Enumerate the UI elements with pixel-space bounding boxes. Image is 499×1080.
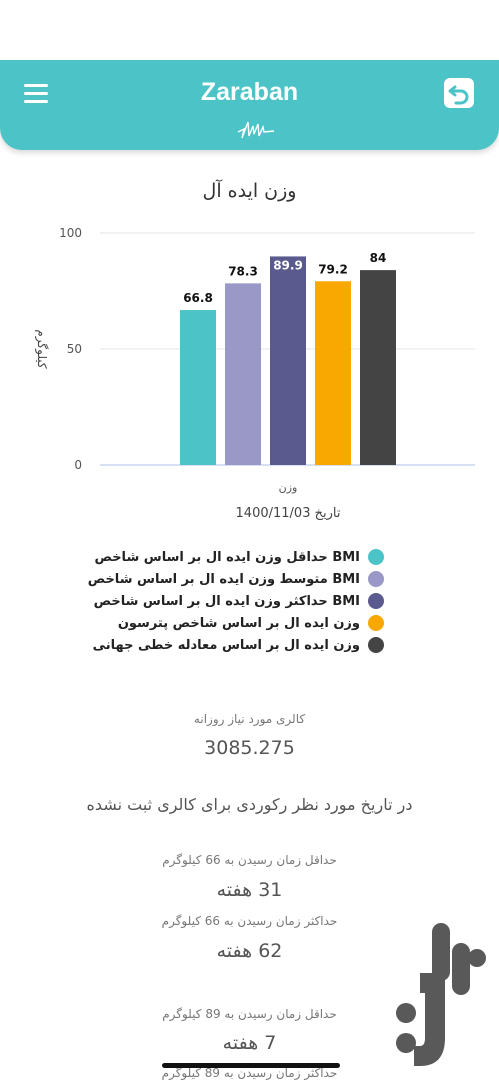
legend-label: وزن ایده ال بر اساس معادله خطی جهانی bbox=[92, 637, 360, 653]
legend-label: BMI حداکثر وزن ایده ال بر اساس شاخص bbox=[93, 593, 360, 609]
legend-color-dot bbox=[368, 593, 384, 609]
timeline-value-1: 31 هفته bbox=[216, 879, 283, 901]
legend-item: BMI متوسط وزن ایده ال بر اساس شاخص bbox=[88, 568, 384, 590]
y-tick-label: 0 bbox=[74, 458, 82, 472]
back-button[interactable] bbox=[444, 78, 474, 108]
back-arrow-icon bbox=[448, 85, 469, 105]
daily-calorie-value: 3085.275 bbox=[204, 737, 295, 759]
y-axis-label: کیلوگرم bbox=[34, 329, 49, 369]
timeline-label-1: حداقل زمان رسیدن به 66 کیلوگرم bbox=[162, 853, 337, 867]
bazaar-watermark-icon bbox=[396, 923, 486, 1066]
y-tick-label: 50 bbox=[67, 342, 82, 356]
bar bbox=[180, 310, 216, 465]
calorie-notice: در تاریخ مورد نظر رکوردی برای کالری ثبت … bbox=[86, 795, 413, 814]
legend-color-dot bbox=[368, 571, 384, 587]
timeline-label-4: حداکثر زمان رسیدن به 89 کیلوگرم bbox=[161, 1066, 338, 1080]
legend-item: وزن ایده ال بر اساس شاخص پترسون bbox=[88, 612, 384, 634]
data-label: 84 bbox=[370, 251, 387, 265]
bar bbox=[270, 256, 306, 465]
x-axis-label: وزن bbox=[279, 481, 298, 494]
app-header: Zaraban bbox=[0, 60, 499, 150]
data-label: 78.3 bbox=[228, 264, 258, 278]
legend-item: BMI حداکثر وزن ایده ال بر اساس شاخص bbox=[88, 590, 384, 612]
data-label: 66.8 bbox=[183, 291, 213, 305]
legend-label: BMI حداقل وزن ایده ال بر اساس شاخص bbox=[94, 549, 360, 565]
legend-label: BMI متوسط وزن ایده ال بر اساس شاخص bbox=[87, 571, 360, 587]
app-title: Zaraban bbox=[200, 78, 299, 106]
home-indicator bbox=[162, 1063, 340, 1068]
legend-color-dot bbox=[368, 549, 384, 565]
date-label: تاریخ 1400/11/03 bbox=[236, 506, 341, 521]
bar bbox=[360, 270, 396, 465]
chart-legend: BMI حداقل وزن ایده ال بر اساس شاخص BMI مت… bbox=[88, 546, 384, 656]
legend-color-dot bbox=[368, 637, 384, 653]
y-tick-label: 100 bbox=[59, 226, 82, 240]
signature-logo-icon bbox=[237, 121, 275, 139]
legend-item: BMI حداقل وزن ایده ال بر اساس شاخص bbox=[88, 546, 384, 568]
bar bbox=[315, 281, 351, 465]
bar-chart: 0 50 100 کیلوگرم 66.8 78.3 89.9 79.2 84 وزن تاریخ … bbox=[34, 226, 475, 521]
legend-item: وزن ایده ال بر اساس معادله خطی جهانی bbox=[88, 634, 384, 656]
legend-label: وزن ایده ال بر اساس شاخص پترسون bbox=[117, 615, 360, 631]
daily-calorie-label: کالری مورد نیاز روزانه bbox=[193, 712, 306, 726]
chart-title: وزن ایده آل bbox=[202, 180, 297, 202]
data-label: 89.9 bbox=[273, 258, 303, 272]
bar bbox=[225, 283, 261, 465]
legend-color-dot bbox=[368, 615, 384, 631]
data-label: 79.2 bbox=[318, 262, 348, 276]
